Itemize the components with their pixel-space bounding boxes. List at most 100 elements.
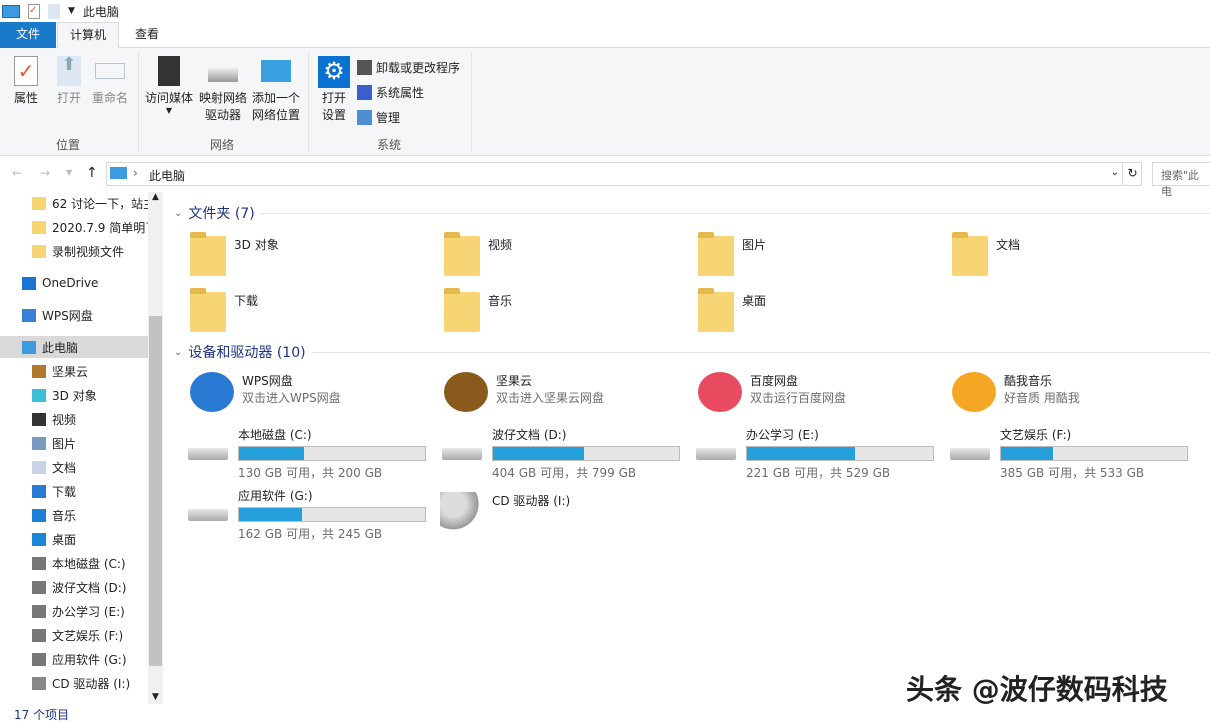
address-path: 此电脑	[149, 167, 185, 184]
nav-item[interactable]: 62 讨论一下，站主	[0, 192, 148, 214]
folder-item[interactable]: 桌面	[698, 292, 766, 332]
nav-item[interactable]: 录制视频文件	[0, 240, 148, 262]
folder-item[interactable]: 下载	[190, 292, 258, 332]
nav-item[interactable]: OneDrive	[0, 272, 148, 294]
app-description: 双击进入WPS网盘	[242, 389, 341, 406]
nav-item[interactable]: 桌面	[0, 528, 148, 550]
section-devices[interactable]: ⌄设备和驱动器 (10)	[174, 342, 1210, 362]
folder-label: 3D 对象	[234, 236, 279, 276]
app-item[interactable]: 酷我音乐好音质 用酷我	[952, 372, 1080, 412]
nav-scrollbar-thumb[interactable]	[149, 316, 162, 666]
folder-icon	[698, 236, 734, 276]
ribbon: ✓属性 ⬆打开 重命名 位置 访问媒体▼ 映射网络 驱动器 添加一个 网络位置 …	[0, 48, 1210, 156]
app-item[interactable]: 百度网盘双击运行百度网盘	[698, 372, 846, 412]
drive-item[interactable]: 波仔文档 (D:)404 GB 可用，共 799 GB	[440, 426, 680, 481]
drive-item[interactable]: 本地磁盘 (C:) 130 GB 可用，共 200 GB	[186, 426, 426, 481]
nav-item[interactable]: 下载	[0, 480, 148, 502]
nav-item[interactable]: 此电脑	[0, 336, 148, 358]
up-button[interactable]: ↑	[86, 165, 98, 181]
drive-item[interactable]: 应用软件 (G:)162 GB 可用，共 245 GB	[186, 487, 426, 542]
folder-item[interactable]: 3D 对象	[190, 236, 279, 276]
map-network-drive-button[interactable]: 映射网络 驱动器	[197, 56, 249, 124]
nav-item[interactable]: 文档	[0, 456, 148, 478]
nav-item-label: 文档	[52, 459, 76, 476]
cd-drive-item[interactable]: CD 驱动器 (I:)	[440, 492, 570, 532]
app-name: 百度网盘	[750, 372, 846, 389]
recent-locations-dropdown[interactable]: ▼	[66, 168, 72, 177]
nav-item[interactable]: WPS网盘	[0, 304, 148, 326]
nav-item[interactable]: 波仔文档 (D:)	[0, 576, 148, 598]
rename-button[interactable]: 重命名	[90, 56, 130, 107]
folder-item[interactable]: 图片	[698, 236, 766, 276]
nav-item[interactable]: 办公学习 (E:)	[0, 600, 148, 622]
nav-item[interactable]: 视频	[0, 408, 148, 430]
nav-item-icon	[22, 277, 36, 290]
properties-button[interactable]: ✓属性	[8, 56, 44, 107]
app-description: 双击进入坚果云网盘	[496, 389, 604, 406]
address-dropdown-icon[interactable]: ⌄	[1111, 167, 1119, 178]
system-properties-button[interactable]: 系统属性	[357, 84, 424, 101]
app-icon	[444, 372, 488, 412]
drive-usage-fill	[239, 447, 304, 460]
folder-item[interactable]: 文档	[952, 236, 1020, 276]
tab-file[interactable]: 文件	[0, 22, 56, 48]
folder-icon	[190, 236, 226, 276]
address-bar[interactable]: › 此电脑 ⌄ ↻	[106, 162, 1142, 186]
nav-item-label: 下载	[52, 483, 76, 500]
access-media-button[interactable]: 访问媒体▼	[144, 56, 194, 115]
drive-usage-fill	[493, 447, 584, 460]
uninstall-icon	[357, 60, 372, 75]
drive-item[interactable]: 办公学习 (E:)221 GB 可用，共 529 GB	[694, 426, 934, 481]
app-item[interactable]: 坚果云双击进入坚果云网盘	[444, 372, 604, 412]
hard-drive-icon	[440, 426, 484, 466]
drive-name: 应用软件 (G:)	[238, 487, 426, 504]
network-location-icon	[261, 60, 291, 82]
tab-computer[interactable]: 计算机	[57, 22, 119, 49]
drive-usage-bar	[1000, 446, 1188, 461]
nav-item[interactable]: 文艺娱乐 (F:)	[0, 624, 148, 646]
nav-item[interactable]: 本地磁盘 (C:)	[0, 552, 148, 574]
group-label-location: 位置	[56, 136, 80, 153]
nav-item[interactable]: 3D 对象	[0, 384, 148, 406]
nav-item-icon	[32, 197, 46, 210]
folder-icon	[190, 292, 226, 332]
nav-item[interactable]: 坚果云	[0, 360, 148, 382]
add-network-location-button[interactable]: 添加一个 网络位置	[250, 56, 302, 124]
app-item[interactable]: WPS网盘双击进入WPS网盘	[190, 372, 341, 412]
open-settings-button[interactable]: ⚙打开 设置	[316, 56, 352, 124]
drive-space: 385 GB 可用，共 533 GB	[1000, 464, 1188, 481]
nav-item-icon	[32, 365, 46, 378]
section-folders[interactable]: ⌄文件夹 (7)	[174, 203, 1210, 223]
nav-item-icon	[32, 629, 46, 642]
nav-item-label: 62 讨论一下，站主	[52, 195, 148, 212]
manage-button[interactable]: 管理	[357, 109, 400, 126]
refresh-button[interactable]: ↻	[1122, 162, 1142, 186]
nav-item[interactable]: CD 驱动器 (I:)	[0, 672, 148, 694]
search-input[interactable]: 搜索"此电	[1152, 162, 1210, 186]
nav-item[interactable]: 图片	[0, 432, 148, 454]
drive-name: 波仔文档 (D:)	[492, 426, 680, 443]
nav-item-icon	[32, 581, 46, 594]
nav-item[interactable]: 应用软件 (G:)	[0, 648, 148, 670]
new-folder-quick-icon[interactable]	[48, 4, 60, 19]
nav-item[interactable]: 2020.7.9 简单明了	[0, 216, 148, 238]
drive-item[interactable]: 文艺娱乐 (F:)385 GB 可用，共 533 GB	[948, 426, 1188, 481]
folder-item[interactable]: 视频	[444, 236, 512, 276]
nav-item-label: 音乐	[52, 507, 76, 524]
nav-item[interactable]: 音乐	[0, 504, 148, 526]
nav-item-label: 应用软件 (G:)	[52, 651, 127, 668]
properties-quick-icon[interactable]: ✓	[28, 4, 40, 19]
forward-button[interactable]: →	[40, 166, 50, 180]
rename-icon	[95, 63, 125, 79]
open-button[interactable]: ⬆打开	[52, 56, 86, 107]
drive-name: 本地磁盘 (C:)	[238, 426, 426, 443]
hard-drive-icon	[186, 426, 230, 466]
uninstall-program-button[interactable]: 卸载或更改程序	[357, 59, 460, 76]
tab-view[interactable]: 查看	[122, 22, 172, 48]
drive-space: 130 GB 可用，共 200 GB	[238, 464, 426, 481]
back-button[interactable]: ←	[12, 166, 22, 180]
nav-item-label: 视频	[52, 411, 76, 428]
folder-item[interactable]: 音乐	[444, 292, 512, 332]
quick-access-dropdown-icon[interactable]: ▼	[68, 6, 75, 16]
nav-item-icon	[32, 437, 46, 450]
